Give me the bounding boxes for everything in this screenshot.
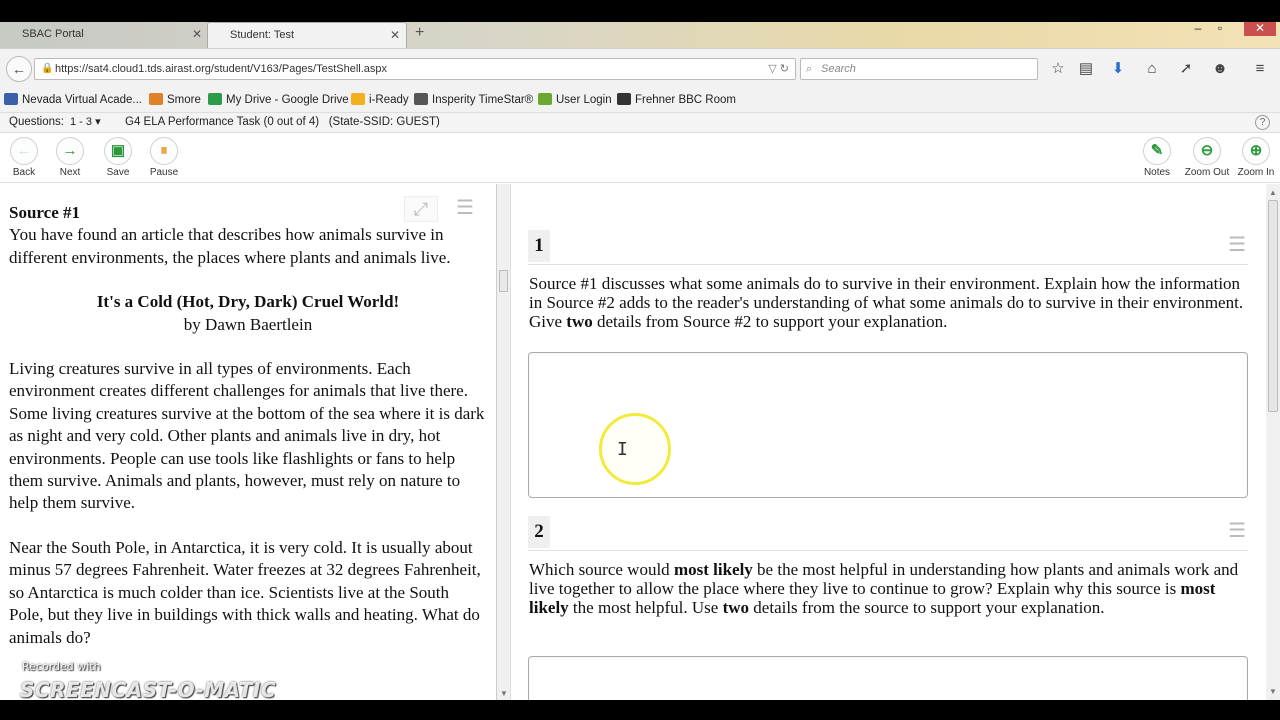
close-icon[interactable]: ✕	[192, 22, 202, 46]
text-cursor-icon: I	[617, 439, 628, 460]
download-icon[interactable]: ⬇	[1108, 59, 1128, 79]
chevron-down-icon: ▾	[95, 116, 101, 128]
bookmark-icon	[149, 93, 163, 105]
save-button[interactable]: ▣ Save	[96, 137, 140, 178]
reload-icon[interactable]: ▽ ↻	[768, 59, 789, 79]
window-close-icon[interactable]: ✕	[1244, 22, 1276, 36]
chat-icon[interactable]: ☻	[1210, 59, 1230, 79]
arrow-left-icon: ←	[10, 137, 38, 165]
notes-button[interactable]: ✎ Notes	[1135, 137, 1179, 178]
passage-scrollbar[interactable]: ▼	[497, 184, 510, 700]
scrollbar-thumb[interactable]	[499, 270, 508, 292]
passage-panel: ⤢ ☰ Source #1 You have found an article …	[0, 184, 497, 700]
source-intro: You have found an article that describes…	[9, 225, 451, 267]
back-button[interactable]: ← Back	[2, 137, 46, 178]
tab-student-test[interactable]: Student: Test ✕	[207, 22, 407, 48]
divider	[528, 264, 1248, 265]
zoom-in-button[interactable]: ⊕ Zoom In	[1234, 137, 1278, 178]
pause-icon: ⏸	[150, 137, 178, 165]
minimize-icon[interactable]: –	[1188, 22, 1208, 36]
watermark-recorded-text: Recorded with	[22, 660, 101, 673]
search-icon: ⌕	[806, 63, 813, 75]
source-title: Source #1	[9, 203, 80, 222]
question-number: 2	[528, 516, 550, 548]
tab-strip: SBAC Portal ✕ Student: Test ✕ +	[0, 22, 1280, 48]
hamburger-menu-icon[interactable]: ☰	[1228, 232, 1246, 257]
navigation-bar: ← 🔒 https://sat4.cloud1.tds.airast.org/s…	[0, 48, 1280, 88]
reading-list-icon[interactable]: ▤	[1076, 59, 1096, 79]
bookmark-icon	[414, 93, 428, 105]
questions-panel: 1 ☰ Source #1 discusses what some animal…	[514, 184, 1266, 700]
watermark-brand: SCREENCAST-O-MATIC	[20, 678, 277, 702]
bookmark-iready[interactable]: i-Ready	[351, 93, 409, 106]
help-icon[interactable]: ?	[1255, 115, 1270, 130]
bookmark-insperity[interactable]: Insperity TimeStar®	[414, 93, 533, 106]
notes-icon: ✎	[1143, 137, 1171, 165]
pause-button[interactable]: ⏸ Pause	[142, 137, 186, 178]
question-number: 1	[528, 230, 550, 262]
question-prompt: Which source would most likely be the mo…	[529, 560, 1239, 617]
bookmark-icon	[538, 93, 552, 105]
next-button[interactable]: → Next	[48, 137, 92, 178]
close-icon[interactable]: ✕	[390, 23, 400, 47]
passage-paragraph: Near the South Pole, in Antarctica, it i…	[9, 537, 481, 647]
zoom-in-icon: ⊕	[1242, 137, 1270, 165]
tab-sbac-portal[interactable]: SBAC Portal ✕	[0, 22, 206, 48]
test-toolbar: ← Back → Next ▣ Save ⏸ Pause ✎ Notes ⊖ Z…	[0, 133, 1280, 183]
scroll-down-icon[interactable]: ▼	[1269, 687, 1277, 696]
questions-label: Questions:	[9, 116, 64, 128]
bottom-bar	[0, 700, 1280, 720]
passage-content: Source #1 You have found an article that…	[9, 202, 487, 671]
menu-icon[interactable]: ≡	[1250, 59, 1270, 79]
lock-icon: 🔒	[41, 63, 54, 74]
save-icon: ▣	[104, 137, 132, 165]
article-title: It's a Cold (Hot, Dry, Dark) Cruel World…	[96, 292, 400, 312]
questions-scrollbar[interactable]: ▲ ▼	[1266, 184, 1280, 700]
question-prompt: Source #1 discusses what some animals do…	[529, 274, 1244, 331]
home-icon[interactable]: ⌂	[1142, 59, 1162, 79]
test-name: G4 ELA Performance Task (0 out of 4) (St…	[125, 116, 440, 128]
bookmark-icon	[208, 93, 222, 105]
article-byline: by Dawn Baertlein	[183, 314, 313, 334]
passage-paragraph: Living creatures survive in all types of…	[9, 359, 485, 513]
browser-back-icon[interactable]: ←	[6, 56, 32, 82]
zoom-out-icon: ⊖	[1193, 137, 1221, 165]
bookmark-smore[interactable]: Smore	[149, 93, 201, 106]
answer-textarea[interactable]	[528, 656, 1248, 700]
arrow-right-icon: →	[56, 137, 84, 165]
answer-textarea[interactable]: I	[528, 352, 1248, 498]
bookmarks-bar: Nevada Virtual Acade... Smore My Drive -…	[0, 88, 1280, 112]
bookmark-user-login[interactable]: User Login	[538, 93, 612, 106]
bookmark-icon	[4, 93, 18, 105]
cursor-highlight	[599, 413, 671, 485]
hamburger-menu-icon[interactable]: ☰	[1228, 518, 1246, 543]
share-icon[interactable]: ➚	[1176, 59, 1196, 79]
url-text: https://sat4.cloud1.tds.airast.org/stude…	[55, 63, 388, 75]
screen: SBAC Portal ✕ Student: Test ✕ + – ▫ ✕ ← …	[0, 0, 1280, 720]
search-placeholder: Search	[821, 63, 856, 75]
zoom-out-button[interactable]: ⊖ Zoom Out	[1183, 137, 1231, 178]
tab-label: SBAC Portal	[22, 28, 84, 40]
questions-select[interactable]: 1 - 3 ▾	[70, 115, 101, 128]
window-titlebar	[0, 0, 1280, 22]
divider	[528, 550, 1248, 551]
bookmark-frehner[interactable]: Frehner BBC Room	[617, 93, 736, 106]
maximize-icon[interactable]: ▫	[1210, 22, 1230, 36]
search-input[interactable]: ⌕ Search	[800, 58, 1038, 80]
new-tab-icon[interactable]: +	[415, 24, 424, 42]
bookmark-star-icon[interactable]: ☆	[1048, 59, 1068, 79]
bookmark-icon	[617, 93, 631, 105]
scroll-down-icon[interactable]: ▼	[500, 689, 508, 698]
bookmark-icon	[351, 93, 365, 105]
tab-label: Student: Test	[230, 29, 295, 41]
bookmark-nevada-virtual[interactable]: Nevada Virtual Acade...	[4, 93, 142, 106]
test-info-bar: Questions: 1 - 3 ▾ G4 ELA Performance Ta…	[0, 112, 1280, 133]
bookmark-google-drive[interactable]: My Drive - Google Drive	[208, 93, 349, 106]
address-bar[interactable]: 🔒 https://sat4.cloud1.tds.airast.org/stu…	[34, 58, 796, 80]
scrollbar-thumb[interactable]	[1268, 200, 1278, 412]
scroll-up-icon[interactable]: ▲	[1269, 188, 1277, 197]
